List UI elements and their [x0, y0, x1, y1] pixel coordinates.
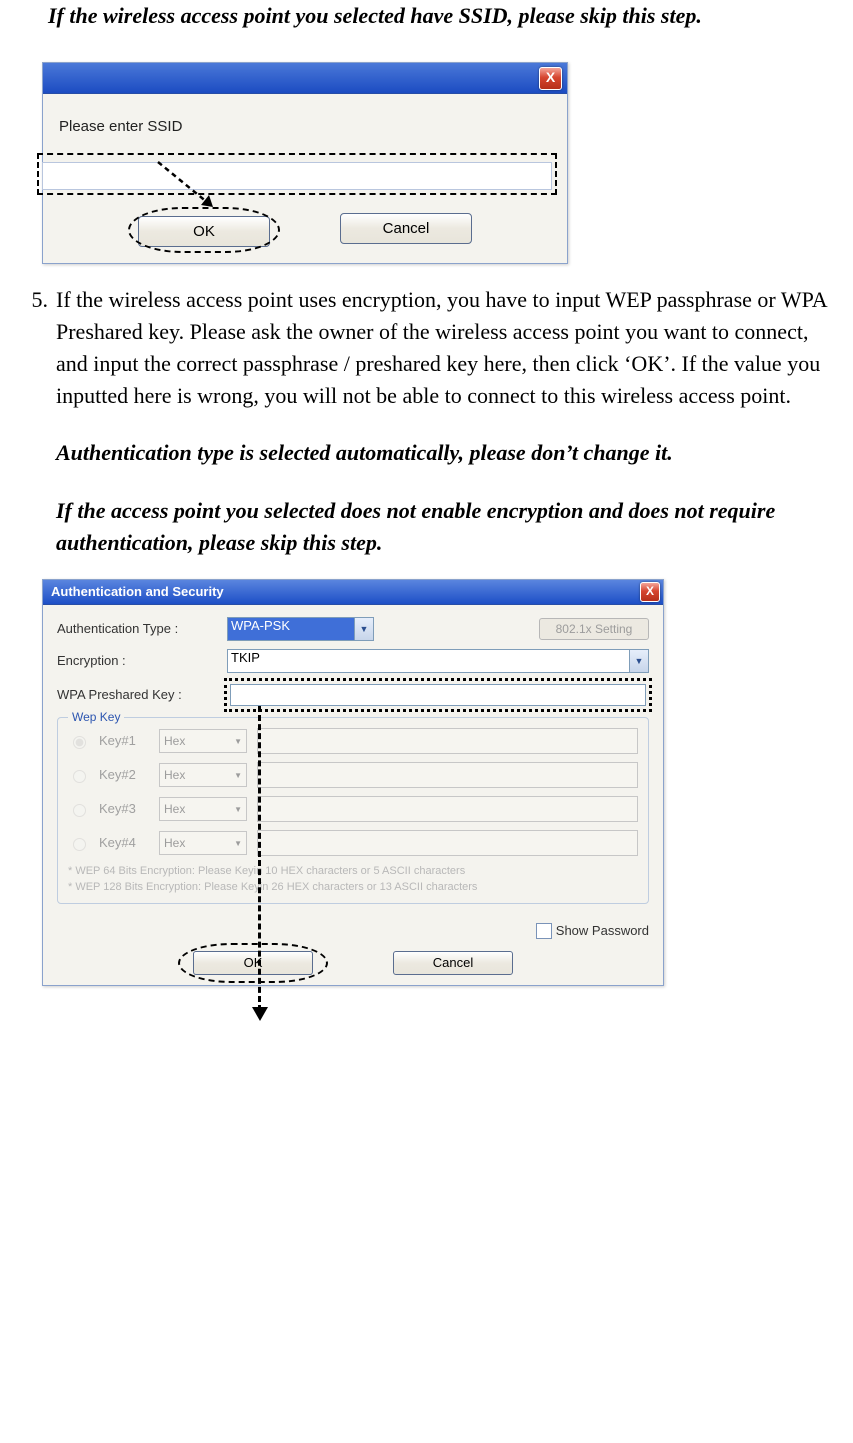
- encryption-label: Encryption :: [57, 652, 217, 671]
- show-password-checkbox[interactable]: [536, 923, 552, 939]
- step-number: 5.: [10, 284, 56, 316]
- auth-note: Authentication type is selected automati…: [56, 437, 843, 469]
- close-icon[interactable]: X: [640, 582, 660, 602]
- auth-security-dialog: Authentication and Security X Authentica…: [42, 579, 664, 985]
- ok-button[interactable]: OK: [193, 951, 313, 975]
- wep-key-label: Key#1: [99, 732, 149, 751]
- cancel-button[interactable]: Cancel: [340, 213, 472, 244]
- psk-highlight: [224, 678, 652, 712]
- wep-key-label: Key#3: [99, 800, 149, 819]
- ssid-dialog-body: Please enter SSID OK Cancel: [43, 94, 567, 263]
- wep-key3-radio: [73, 804, 86, 817]
- wep-key2-input: [257, 762, 638, 788]
- wep-key3-format-select: Hex▼: [159, 797, 247, 821]
- auth-type-select[interactable]: WPA-PSK ▼: [227, 617, 374, 641]
- auth-dialog-body: Authentication Type : WPA-PSK ▼ 802.1x S…: [43, 605, 663, 984]
- auth-dialog-title: Authentication and Security: [51, 584, 224, 599]
- wep-key-row: Key#3 Hex▼: [68, 796, 638, 822]
- wep-hint-64: * WEP 64 Bits Encryption: Please Keyin 1…: [68, 864, 638, 878]
- encryption-select[interactable]: TKIP ▼: [227, 649, 649, 673]
- step5-text: If the wireless access point uses encryp…: [56, 284, 843, 412]
- encryption-value: TKIP: [227, 649, 630, 673]
- psk-input[interactable]: [230, 684, 646, 706]
- auth-type-label: Authentication Type :: [57, 620, 217, 639]
- wep-key4-input: [257, 830, 638, 856]
- ssid-input[interactable]: [42, 162, 552, 190]
- chevron-down-icon: ▼: [234, 737, 242, 746]
- wep-key-label: Key#2: [99, 766, 149, 785]
- chevron-down-icon: ▼: [234, 805, 242, 814]
- ssid-prompt-label: Please enter SSID: [59, 118, 551, 135]
- ok-button[interactable]: OK: [138, 216, 270, 247]
- wep-hint-128: * WEP 128 Bits Encryption: Please Keyin …: [68, 880, 638, 894]
- ssid-highlight: [37, 153, 557, 195]
- wep-key4-format-select: Hex▼: [159, 831, 247, 855]
- wep-key2-radio: [73, 770, 86, 783]
- wep-key-row: Key#1 Hex▼: [68, 728, 638, 754]
- show-password-label: Show Password: [556, 922, 649, 941]
- wep-key1-radio: [73, 736, 86, 749]
- ssid-dialog: X Please enter SSID OK Cancel: [42, 62, 568, 264]
- chevron-down-icon: ▼: [355, 617, 374, 641]
- psk-label: WPA Preshared Key :: [57, 686, 217, 705]
- chevron-down-icon: ▼: [630, 649, 649, 673]
- 8021x-setting-button: 802.1x Setting: [539, 618, 649, 640]
- wep-key3-input: [257, 796, 638, 822]
- wep-key1-format-select: Hex▼: [159, 729, 247, 753]
- wep-key1-input: [257, 728, 638, 754]
- wep-key4-radio: [73, 838, 86, 851]
- wep-key-row: Key#2 Hex▼: [68, 762, 638, 788]
- auth-type-value: WPA-PSK: [227, 617, 355, 641]
- cancel-button[interactable]: Cancel: [393, 951, 513, 975]
- close-icon[interactable]: X: [539, 67, 562, 90]
- wep-legend: Wep Key: [68, 709, 124, 726]
- skip-ssid-note: If the wireless access point you selecte…: [48, 0, 843, 32]
- chevron-down-icon: ▼: [234, 771, 242, 780]
- wep-key-row: Key#4 Hex▼: [68, 830, 638, 856]
- ssid-dialog-titlebar: X: [43, 63, 567, 94]
- wep-key-group: Wep Key Key#1 Hex▼ Key#2 Hex▼ Key#3 Hex▼: [57, 717, 649, 904]
- wep-key2-format-select: Hex▼: [159, 763, 247, 787]
- auth-dialog-titlebar: Authentication and Security X: [43, 580, 663, 605]
- chevron-down-icon: ▼: [234, 839, 242, 848]
- skip-encryption-note: If the access point you selected does no…: [56, 495, 843, 559]
- wep-key-label: Key#4: [99, 834, 149, 853]
